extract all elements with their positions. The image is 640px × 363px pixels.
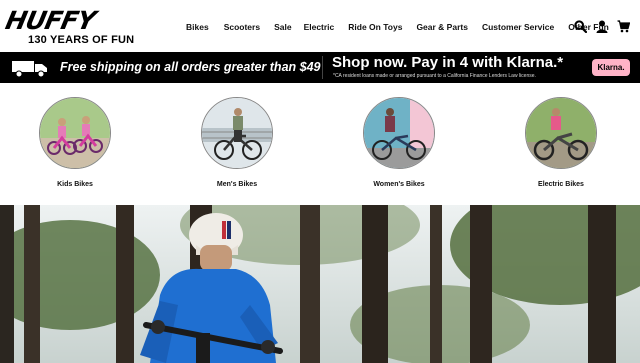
site-header: HUFFY 130 YEARS OF FUN Bikes Scooters Sa… xyxy=(0,0,640,52)
main-nav: Bikes Scooters Sale Electric Ride On Toy… xyxy=(180,22,609,36)
klarna-badge[interactable]: Klarna. xyxy=(592,59,630,76)
klarna-headline[interactable]: Shop now. Pay in 4 with Klarna.* xyxy=(332,54,563,71)
category-label: Men's Bikes xyxy=(216,181,258,188)
nav-gear-parts[interactable]: Gear & Parts xyxy=(416,22,468,36)
promo-bar: Free shipping on all orders greater than… xyxy=(0,52,640,83)
category-womens-bikes[interactable]: Women's Bikes xyxy=(354,97,444,188)
huffy-logo[interactable]: HUFFY 130 YEARS OF FUN xyxy=(3,6,146,48)
account-icon[interactable] xyxy=(596,20,608,38)
search-icon[interactable] xyxy=(574,20,588,38)
truck-icon xyxy=(7,58,50,78)
category-mens-bikes[interactable]: Men's Bikes xyxy=(192,97,282,188)
hero-image xyxy=(0,205,640,363)
nav-bikes[interactable]: Bikes xyxy=(186,22,209,36)
cart-icon[interactable] xyxy=(617,20,631,38)
nav-ride-on-toys[interactable]: Ride On Toys xyxy=(348,22,402,36)
category-kids-bikes[interactable]: Kids Bikes xyxy=(30,97,120,188)
category-electric-bikes[interactable]: Electric Bikes xyxy=(516,97,606,188)
category-row: Kids Bikes Men's Bikes Women's Bikes Ele… xyxy=(0,83,640,205)
category-label: Kids Bikes xyxy=(57,181,93,188)
nav-sale[interactable]: Sale xyxy=(274,22,292,36)
category-label: Women's Bikes xyxy=(373,181,425,188)
promo-divider xyxy=(322,56,323,79)
nav-electric[interactable]: Electric xyxy=(304,22,335,36)
womens-bikes-image xyxy=(363,97,435,169)
free-shipping-text[interactable]: Free shipping on all orders greater than… xyxy=(60,60,321,74)
hero-banner[interactable] xyxy=(0,205,640,363)
kids-bikes-image xyxy=(39,97,111,169)
mens-bikes-image xyxy=(201,97,273,169)
nav-customer-service[interactable]: Customer Service xyxy=(482,22,554,36)
electric-bikes-image xyxy=(525,97,597,169)
logo-wordmark: HUFFY xyxy=(3,6,98,35)
header-icons xyxy=(574,20,631,38)
klarna-disclaimer: *CA resident loans made or arranged purs… xyxy=(333,73,536,79)
logo-tagline: 130 YEARS OF FUN xyxy=(28,34,135,46)
category-label: Electric Bikes xyxy=(538,181,584,188)
nav-scooters[interactable]: Scooters xyxy=(224,22,260,36)
